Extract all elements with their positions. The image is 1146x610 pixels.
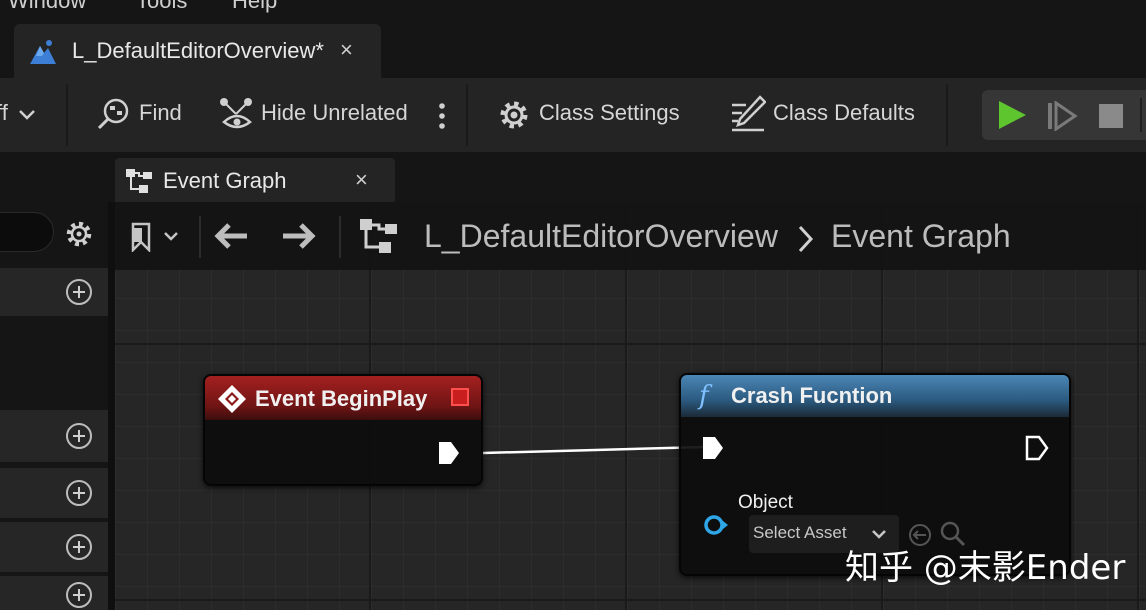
breadcrumb-bar: L_DefaultEditorOverview Event Graph <box>115 202 1146 270</box>
chevron-right-icon <box>798 225 814 253</box>
node-title: Event BeginPlay <box>255 386 428 411</box>
add-icon[interactable] <box>66 582 92 608</box>
gear-icon[interactable] <box>496 97 532 133</box>
find-icon[interactable] <box>96 96 132 132</box>
level-blueprint-icon <box>30 40 56 64</box>
my-blueprint-panel <box>0 152 108 610</box>
toolbar-separator <box>66 84 68 146</box>
play-separator <box>1140 98 1142 132</box>
exec-input-pin[interactable] <box>701 435 725 461</box>
category-row <box>0 468 108 518</box>
add-icon[interactable] <box>66 480 92 506</box>
event-icon <box>218 385 246 413</box>
category-row <box>0 522 108 572</box>
select-asset-label: Select Asset <box>753 523 847 542</box>
find-button[interactable]: Find <box>139 100 182 126</box>
tab-event-graph[interactable]: Event Graph × <box>115 158 395 202</box>
hide-unrelated-button[interactable]: Hide Unrelated <box>261 100 408 126</box>
bookmark-icon[interactable] <box>129 222 153 252</box>
breadcrumb-level[interactable]: L_DefaultEditorOverview <box>424 218 778 255</box>
document-tab-title: L_DefaultEditorOverview* <box>72 38 324 63</box>
add-icon[interactable] <box>66 423 92 449</box>
graph-tab-bar: Event Graph × <box>108 152 1146 202</box>
delegate-pin[interactable] <box>451 388 469 406</box>
close-icon[interactable]: × <box>340 37 353 63</box>
document-tab[interactable]: L_DefaultEditorOverview* × <box>14 24 381 78</box>
breadcrumb-graph: Event Graph <box>831 218 1011 254</box>
breadcrumb-separator <box>339 216 341 258</box>
tab-event-graph-label: Event Graph <box>163 168 287 193</box>
menu-window[interactable]: Window <box>8 0 86 14</box>
forward-arrow-icon[interactable] <box>281 222 317 250</box>
toolbar-separator <box>946 84 948 146</box>
toolbar: ff Find Hide Unrelated Class Settings <box>0 78 1146 152</box>
class-defaults-button[interactable]: Class Defaults <box>773 100 915 126</box>
add-icon[interactable] <box>66 534 92 560</box>
toolbar-separator <box>466 84 468 146</box>
object-input-pin[interactable] <box>703 513 731 537</box>
exec-output-pin[interactable] <box>437 440 461 466</box>
stop-icon[interactable] <box>1097 102 1125 130</box>
event-beginplay-node[interactable]: Event BeginPlay <box>203 374 483 486</box>
document-tab-bar: L_DefaultEditorOverview* × <box>0 22 1146 78</box>
close-icon[interactable]: × <box>355 167 368 193</box>
play-icon[interactable] <box>996 99 1028 131</box>
chevron-down-icon[interactable] <box>163 231 179 243</box>
play-controls <box>982 90 1146 140</box>
class-defaults-icon[interactable] <box>730 95 766 133</box>
hide-unrelated-icon[interactable] <box>218 96 256 132</box>
menu-help[interactable]: Help <box>232 0 277 14</box>
graph-icon <box>126 169 152 193</box>
back-arrow-icon[interactable] <box>213 222 249 250</box>
menubar: Window Tools Help <box>0 0 1146 22</box>
search-input[interactable] <box>0 212 54 252</box>
category-row <box>0 576 108 610</box>
breadcrumb-separator <box>199 216 201 258</box>
category-row <box>0 268 108 316</box>
watermark: 知乎 @末影Ender <box>845 548 1126 588</box>
graph-icon <box>360 219 397 253</box>
add-icon[interactable] <box>66 279 92 305</box>
node-title: Crash Fucntion <box>731 383 893 408</box>
object-pin-label: Object <box>738 492 793 513</box>
chevron-down-icon[interactable] <box>18 108 36 122</box>
advance-frame-icon[interactable] <box>1046 101 1078 131</box>
category-row <box>0 410 108 462</box>
class-settings-button[interactable]: Class Settings <box>539 100 680 126</box>
exec-output-pin[interactable] <box>1025 435 1049 461</box>
function-icon: f <box>699 381 709 411</box>
diff-dropdown-label[interactable]: ff <box>0 100 8 126</box>
menu-tools[interactable]: Tools <box>136 0 187 14</box>
exec-wire <box>482 445 706 455</box>
gear-icon[interactable] <box>64 219 94 249</box>
more-options-icon[interactable] <box>437 102 447 130</box>
